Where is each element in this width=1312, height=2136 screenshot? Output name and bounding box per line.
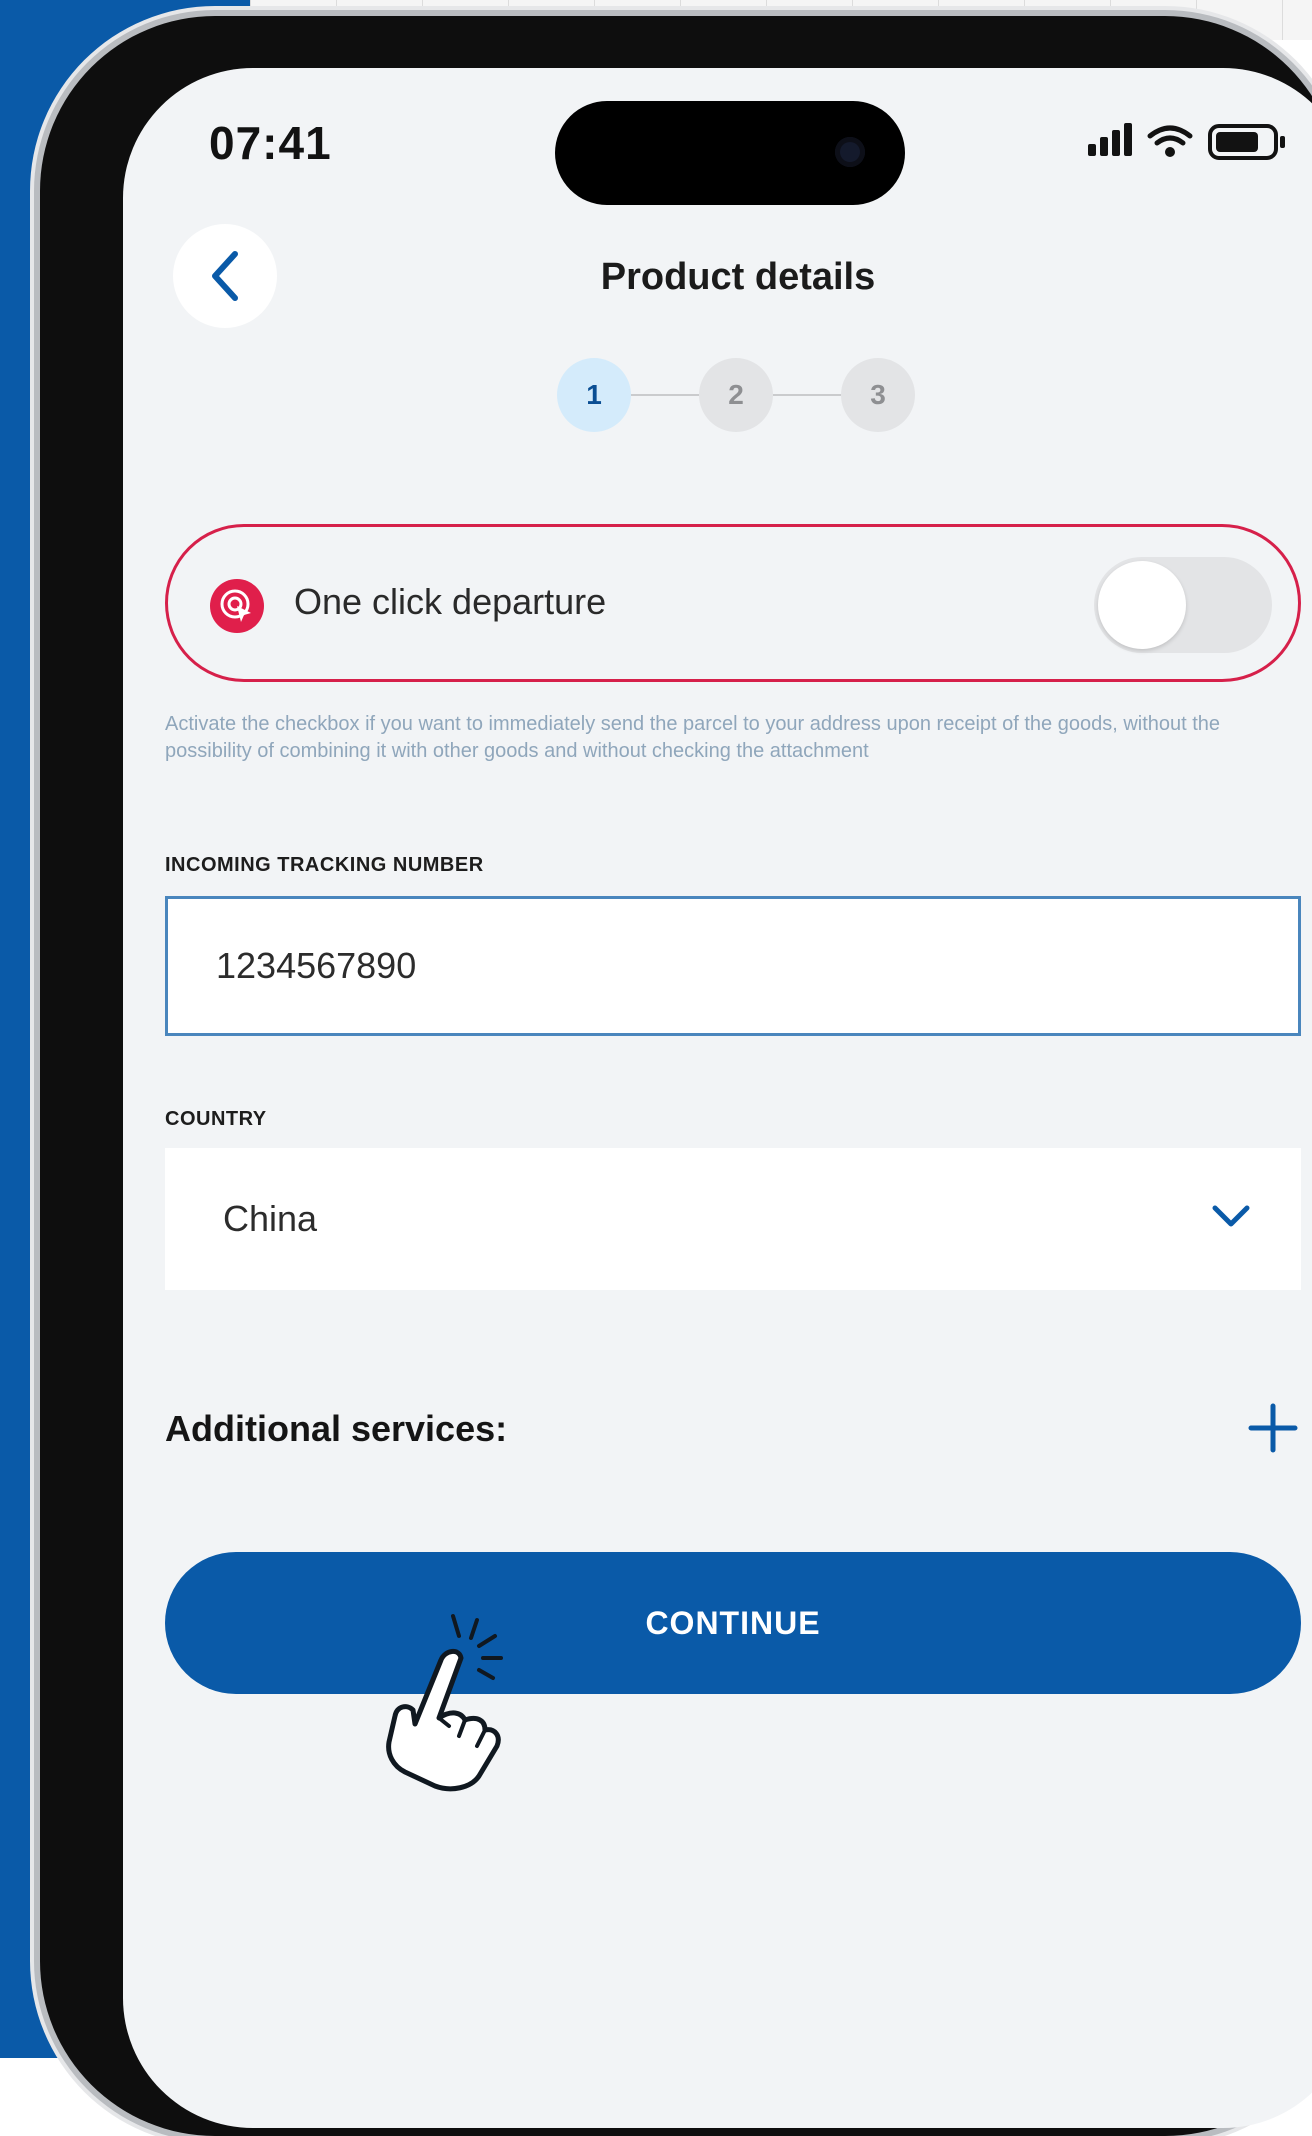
one-click-departure-label: One click departure: [294, 581, 607, 622]
step-connector: [773, 394, 841, 396]
one-click-hint-text: Activate the checkbox if you want to imm…: [165, 713, 1221, 762]
phone-volume-up-button: [30, 520, 40, 720]
additional-services-label: Additional services:: [165, 1408, 508, 1449]
phone-volume-down-button: [30, 740, 40, 940]
cellular-signal-icon: [1088, 123, 1132, 156]
step-connector: [631, 394, 699, 396]
dynamic-island: [555, 101, 905, 205]
continue-button[interactable]: CONTINUE: [165, 1552, 1301, 1694]
chevron-down-icon: [1212, 1205, 1250, 1227]
country-label: COUNTRY: [165, 1108, 267, 1130]
status-time: 07:41: [209, 117, 332, 169]
phone-action-button: [30, 395, 40, 485]
status-icons: [1088, 120, 1298, 164]
one-click-departure-toggle[interactable]: [1094, 557, 1272, 653]
page-title: Product details: [600, 256, 876, 298]
step-1: 1: [557, 358, 631, 432]
country-select[interactable]: China: [165, 1148, 1301, 1290]
tracking-number-label: INCOMING TRACKING NUMBER: [165, 854, 484, 876]
wifi-icon: [1147, 125, 1193, 146]
plus-icon[interactable]: [1243, 1398, 1303, 1458]
front-camera: [835, 137, 865, 167]
phone-frame: 07:41 Product details 1 2 3 One click de…: [40, 16, 1312, 2136]
one-click-departure-card: One click departure: [165, 524, 1301, 682]
battery-icon: [1208, 124, 1285, 160]
step-2: 2: [699, 358, 773, 432]
step-3: 3: [841, 358, 915, 432]
country-value: China: [223, 1198, 318, 1239]
target-tap-icon: [210, 579, 264, 633]
phone-screen: 07:41 Product details 1 2 3 One click de…: [123, 68, 1312, 2128]
tracking-number-input[interactable]: [165, 896, 1301, 1036]
step-indicator: 1 2 3: [123, 358, 1312, 438]
toggle-knob: [1098, 561, 1186, 649]
hand-pointer-icon: [386, 1614, 503, 1792]
